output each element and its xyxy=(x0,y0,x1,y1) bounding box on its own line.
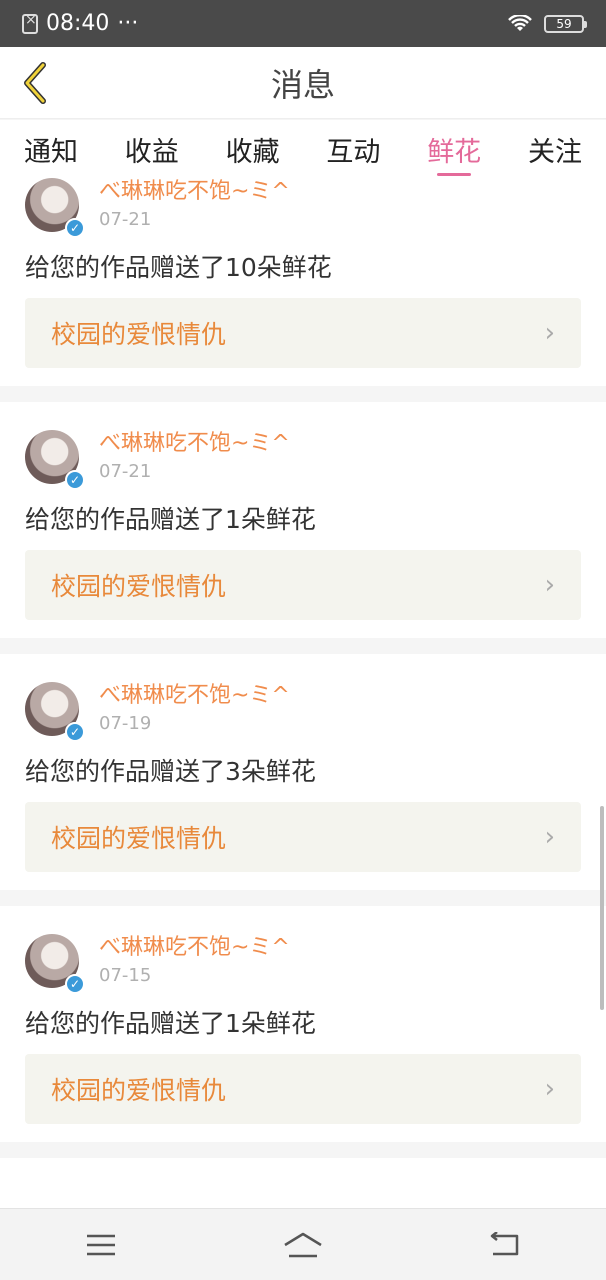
work-title: 校园的爱恨情仇 xyxy=(51,1076,227,1105)
home-icon xyxy=(284,1232,322,1257)
work-link[interactable]: 校园的爱恨情仇 › xyxy=(25,550,581,620)
card-spacer xyxy=(25,1124,581,1142)
battery-icon: 59 xyxy=(544,14,587,33)
user-meta: べ琳琳吃不饱~ミ^ 07-19 xyxy=(99,682,290,738)
scrollbar[interactable] xyxy=(600,806,604,1010)
username[interactable]: べ琳琳吃不饱~ミ^ xyxy=(99,934,290,962)
avatar[interactable]: ✓ xyxy=(25,934,85,994)
tab-interactions[interactable]: 互动 xyxy=(326,120,380,178)
user-meta: べ琳琳吃不饱~ミ^ 07-15 xyxy=(99,934,290,990)
wifi-icon xyxy=(508,14,532,31)
message-list[interactable]: ✓ べ琳琳吃不饱~ミ^ 07-21 给您的作品赠送了10朵鲜花 校园的爱恨情仇 … xyxy=(0,178,606,1208)
status-left: 08:40 ··· xyxy=(22,11,138,36)
work-title: 校园的爱恨情仇 xyxy=(51,824,227,853)
tab-following[interactable]: 关注 xyxy=(528,120,582,178)
work-link[interactable]: 校园的爱恨情仇 › xyxy=(25,802,581,872)
tab-notifications[interactable]: 通知 xyxy=(24,120,78,178)
username[interactable]: べ琳琳吃不饱~ミ^ xyxy=(99,178,290,206)
tab-earnings[interactable]: 收益 xyxy=(125,120,179,178)
work-link[interactable]: 校园的爱恨情仇 › xyxy=(25,298,581,368)
message-text: 给您的作品赠送了1朵鲜花 xyxy=(25,505,316,534)
message-date: 07-21 xyxy=(99,461,152,482)
system-nav-bar xyxy=(0,1208,606,1280)
card-spacer xyxy=(25,872,581,890)
chevron-right-icon: › xyxy=(544,822,555,852)
chevron-right-icon: › xyxy=(544,570,555,600)
work-title: 校园的爱恨情仇 xyxy=(51,320,227,349)
message-text: 给您的作品赠送了3朵鲜花 xyxy=(25,757,316,786)
card-spacer xyxy=(25,368,581,386)
message-card-partial xyxy=(0,1158,606,1208)
message-header: ✓ べ琳琳吃不饱~ミ^ 07-21 xyxy=(25,178,581,238)
tab-bar: 通知 收益 收藏 互动 鲜花 关注 xyxy=(0,120,606,178)
work-title: 校园的爱恨情仇 xyxy=(51,572,227,601)
user-meta: べ琳琳吃不饱~ミ^ 07-21 xyxy=(99,178,290,234)
tab-favorites[interactable]: 收藏 xyxy=(226,120,280,178)
avatar[interactable]: ✓ xyxy=(25,430,85,490)
status-more-dots: ··· xyxy=(117,11,139,36)
status-right: 59 xyxy=(508,14,587,33)
message-card: ✓ べ琳琳吃不饱~ミ^ 07-21 给您的作品赠送了10朵鲜花 校园的爱恨情仇 … xyxy=(0,178,606,386)
avatar[interactable]: ✓ xyxy=(25,682,85,742)
chevron-right-icon: › xyxy=(544,1074,555,1104)
username[interactable]: べ琳琳吃不饱~ミ^ xyxy=(99,682,290,710)
username[interactable]: べ琳琳吃不饱~ミ^ xyxy=(99,430,290,458)
avatar[interactable]: ✓ xyxy=(25,178,85,238)
message-date: 07-19 xyxy=(99,713,152,734)
status-time: 08:40 xyxy=(46,11,110,36)
back-nav-button[interactable] xyxy=(475,1215,535,1275)
verified-badge-icon: ✓ xyxy=(65,722,85,742)
verified-badge-icon: ✓ xyxy=(65,974,85,994)
work-link[interactable]: 校园的爱恨情仇 › xyxy=(25,1054,581,1124)
menu-icon xyxy=(87,1234,115,1255)
back-button[interactable] xyxy=(12,61,56,105)
message-card: ✓ べ琳琳吃不饱~ミ^ 07-21 给您的作品赠送了1朵鲜花 校园的爱恨情仇 › xyxy=(0,402,606,638)
back-chevron-icon xyxy=(24,62,46,104)
page-title: 消息 xyxy=(270,65,335,104)
verified-badge-icon: ✓ xyxy=(65,470,85,490)
return-icon xyxy=(490,1231,519,1255)
card-spacer xyxy=(25,620,581,638)
message-text: 给您的作品赠送了1朵鲜花 xyxy=(25,1009,316,1038)
page-header: 消息 xyxy=(0,47,606,119)
no-sim-icon xyxy=(22,12,38,34)
status-bar: 08:40 ··· 59 xyxy=(0,0,606,47)
message-header: ✓ べ琳琳吃不饱~ミ^ 07-19 xyxy=(25,674,581,742)
tab-flowers[interactable]: 鲜花 xyxy=(427,120,481,178)
message-card: ✓ べ琳琳吃不饱~ミ^ 07-15 给您的作品赠送了1朵鲜花 校园的爱恨情仇 › xyxy=(0,906,606,1142)
message-card: ✓ べ琳琳吃不饱~ミ^ 07-19 给您的作品赠送了3朵鲜花 校园的爱恨情仇 › xyxy=(0,654,606,890)
user-meta: べ琳琳吃不饱~ミ^ 07-21 xyxy=(99,430,290,486)
message-date: 07-15 xyxy=(99,965,152,986)
message-header: ✓ べ琳琳吃不饱~ミ^ 07-21 xyxy=(25,422,581,490)
chevron-right-icon: › xyxy=(544,318,555,348)
home-button[interactable] xyxy=(273,1215,333,1275)
message-text: 给您的作品赠送了10朵鲜花 xyxy=(25,253,332,282)
message-date: 07-21 xyxy=(99,209,152,230)
menu-button[interactable] xyxy=(71,1215,131,1275)
message-header: ✓ べ琳琳吃不饱~ミ^ 07-15 xyxy=(25,926,581,994)
verified-badge-icon: ✓ xyxy=(65,218,85,238)
